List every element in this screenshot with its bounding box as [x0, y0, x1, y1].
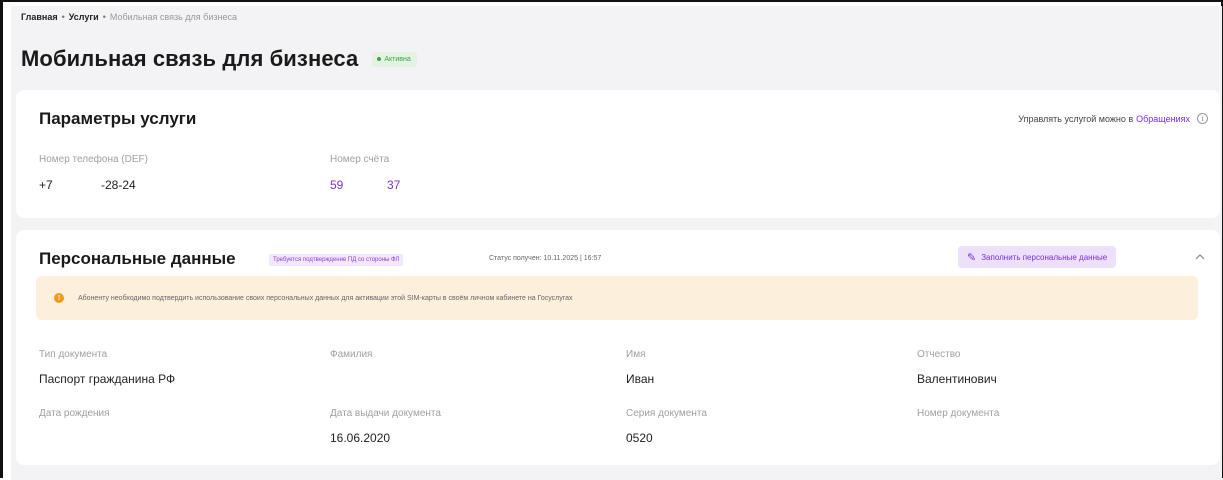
doc-number-label: Номер документа — [917, 408, 1000, 419]
window-frame: Главная • Услуги • Мобильная связь для б… — [0, 0, 1223, 480]
account-value-start[interactable]: 59 — [330, 178, 343, 192]
issue-date-value: 16.06.2020 — [330, 431, 391, 445]
fill-personal-data-label: Заполнить персональные данные — [981, 252, 1108, 262]
phone-value-suffix: -28-24 — [101, 178, 136, 192]
warning-icon: ! — [54, 293, 64, 303]
fill-personal-data-button[interactable]: ✎ Заполнить персональные данные — [958, 246, 1117, 268]
phone-value-prefix: +7 — [39, 178, 53, 192]
requests-link[interactable]: Обращениях — [1136, 114, 1190, 124]
title-row: Мобильная связь для бизнеса Активна — [21, 46, 417, 72]
manage-hint-text: Управлять услугой можно в — [1018, 113, 1134, 124]
warning-alert-text: Абоненту необходимо подтвердить использо… — [78, 294, 573, 302]
personal-data-card: Персональные данные Требуется подтвержде… — [16, 230, 1220, 465]
account-value-end[interactable]: 37 — [387, 178, 400, 192]
account-label: Номер счёта — [330, 154, 390, 165]
breadcrumb-services[interactable]: Услуги — [69, 12, 99, 22]
status-dot-icon — [377, 57, 382, 61]
issue-date-label: Дата выдачи документа — [330, 408, 441, 419]
patronymic-label: Отчество — [917, 349, 961, 360]
warning-alert: ! Абоненту необходимо подтвердить исполь… — [36, 276, 1198, 320]
patronymic-value: Валентинович — [917, 372, 997, 386]
service-params-card: Параметры услуги Управлять услугой можно… — [16, 90, 1220, 218]
page-title: Мобильная связь для бизнеса — [21, 46, 359, 71]
doc-type-value: Паспорт гражданина РФ — [39, 372, 176, 386]
breadcrumb: Главная • Услуги • Мобильная связь для б… — [21, 12, 237, 22]
phone-label: Номер телефона (DEF) — [39, 154, 148, 165]
info-icon[interactable]: i — [1197, 113, 1208, 124]
doc-series-value: 0520 — [626, 431, 653, 445]
personal-data-title: Персональные данные — [39, 249, 236, 268]
page-area: Главная • Услуги • Мобильная связь для б… — [11, 6, 1222, 480]
pencil-icon: ✎ — [967, 251, 977, 264]
chevron-up-icon[interactable] — [1192, 250, 1208, 264]
breadcrumb-home[interactable]: Главная — [21, 12, 58, 22]
doc-type-label: Тип документа — [39, 349, 108, 360]
status-badge-label: Активна — [384, 55, 411, 63]
name-label: Имя — [626, 349, 646, 360]
breadcrumb-current: Мобильная связь для бизнеса — [109, 12, 237, 22]
name-value: Иван — [626, 372, 655, 386]
confirmation-required-tag: Требуется подтверждение ПД со стороны ФЛ — [269, 254, 404, 266]
doc-series-label: Серия документа — [626, 408, 707, 419]
manage-hint: Управлять услугой можно в Обращениях i — [1018, 113, 1208, 124]
status-badge: Активна — [372, 51, 417, 67]
status-received-text: Статус получен: 10.11.2025 | 16:57 — [489, 255, 602, 262]
breadcrumb-separator: • — [102, 12, 106, 22]
breadcrumb-separator: • — [61, 12, 65, 22]
surname-label: Фамилия — [330, 349, 373, 360]
service-params-title: Параметры услуги — [39, 109, 197, 128]
birth-date-label: Дата рождения — [39, 408, 110, 419]
